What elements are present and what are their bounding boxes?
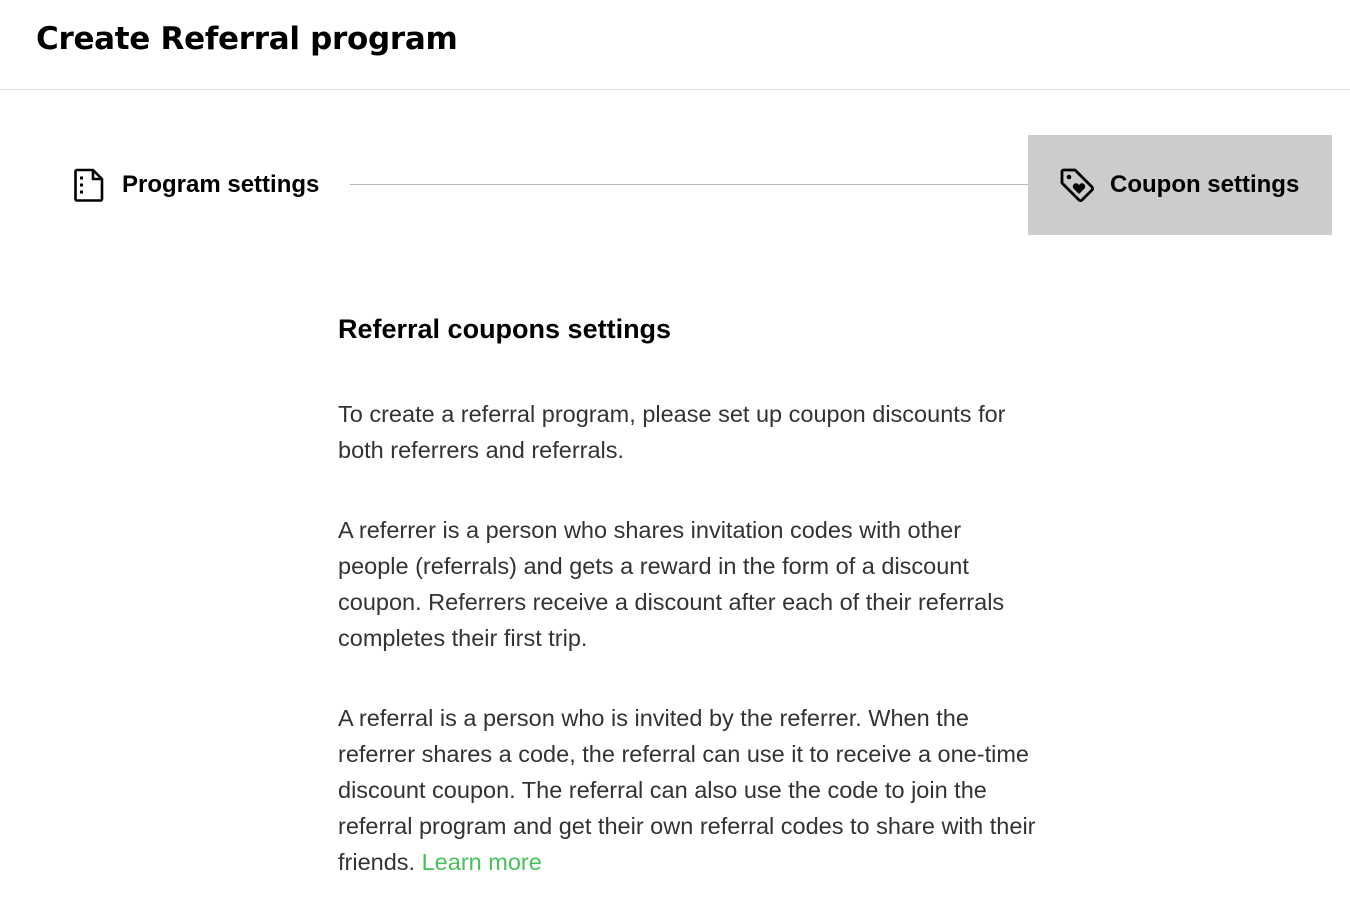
step-label: Coupon settings — [1110, 171, 1300, 198]
tag-heart-icon — [1058, 166, 1096, 204]
stepper: Program settings Coupon settings — [0, 135, 1350, 235]
step-coupon-settings[interactable]: Coupon settings — [1028, 135, 1332, 235]
learn-more-link[interactable]: Learn more — [422, 849, 542, 875]
step-program-settings[interactable]: Program settings — [50, 135, 339, 235]
section-title: Referral coupons settings — [338, 314, 672, 344]
step-connector — [350, 184, 1028, 185]
main-content: Referral coupons settings To create a re… — [338, 310, 1038, 924]
referrer-paragraph: A referrer is a person who shares invita… — [338, 517, 1005, 651]
page-header: Create Referral program — [0, 0, 1350, 90]
intro-paragraph: To create a referral program, please set… — [338, 401, 1006, 463]
referral-paragraph: A referral is a person who is invited by… — [338, 700, 1038, 880]
step-label: Program settings — [122, 171, 320, 198]
page-title: Create Referral program — [36, 21, 458, 57]
document-icon — [70, 166, 108, 204]
